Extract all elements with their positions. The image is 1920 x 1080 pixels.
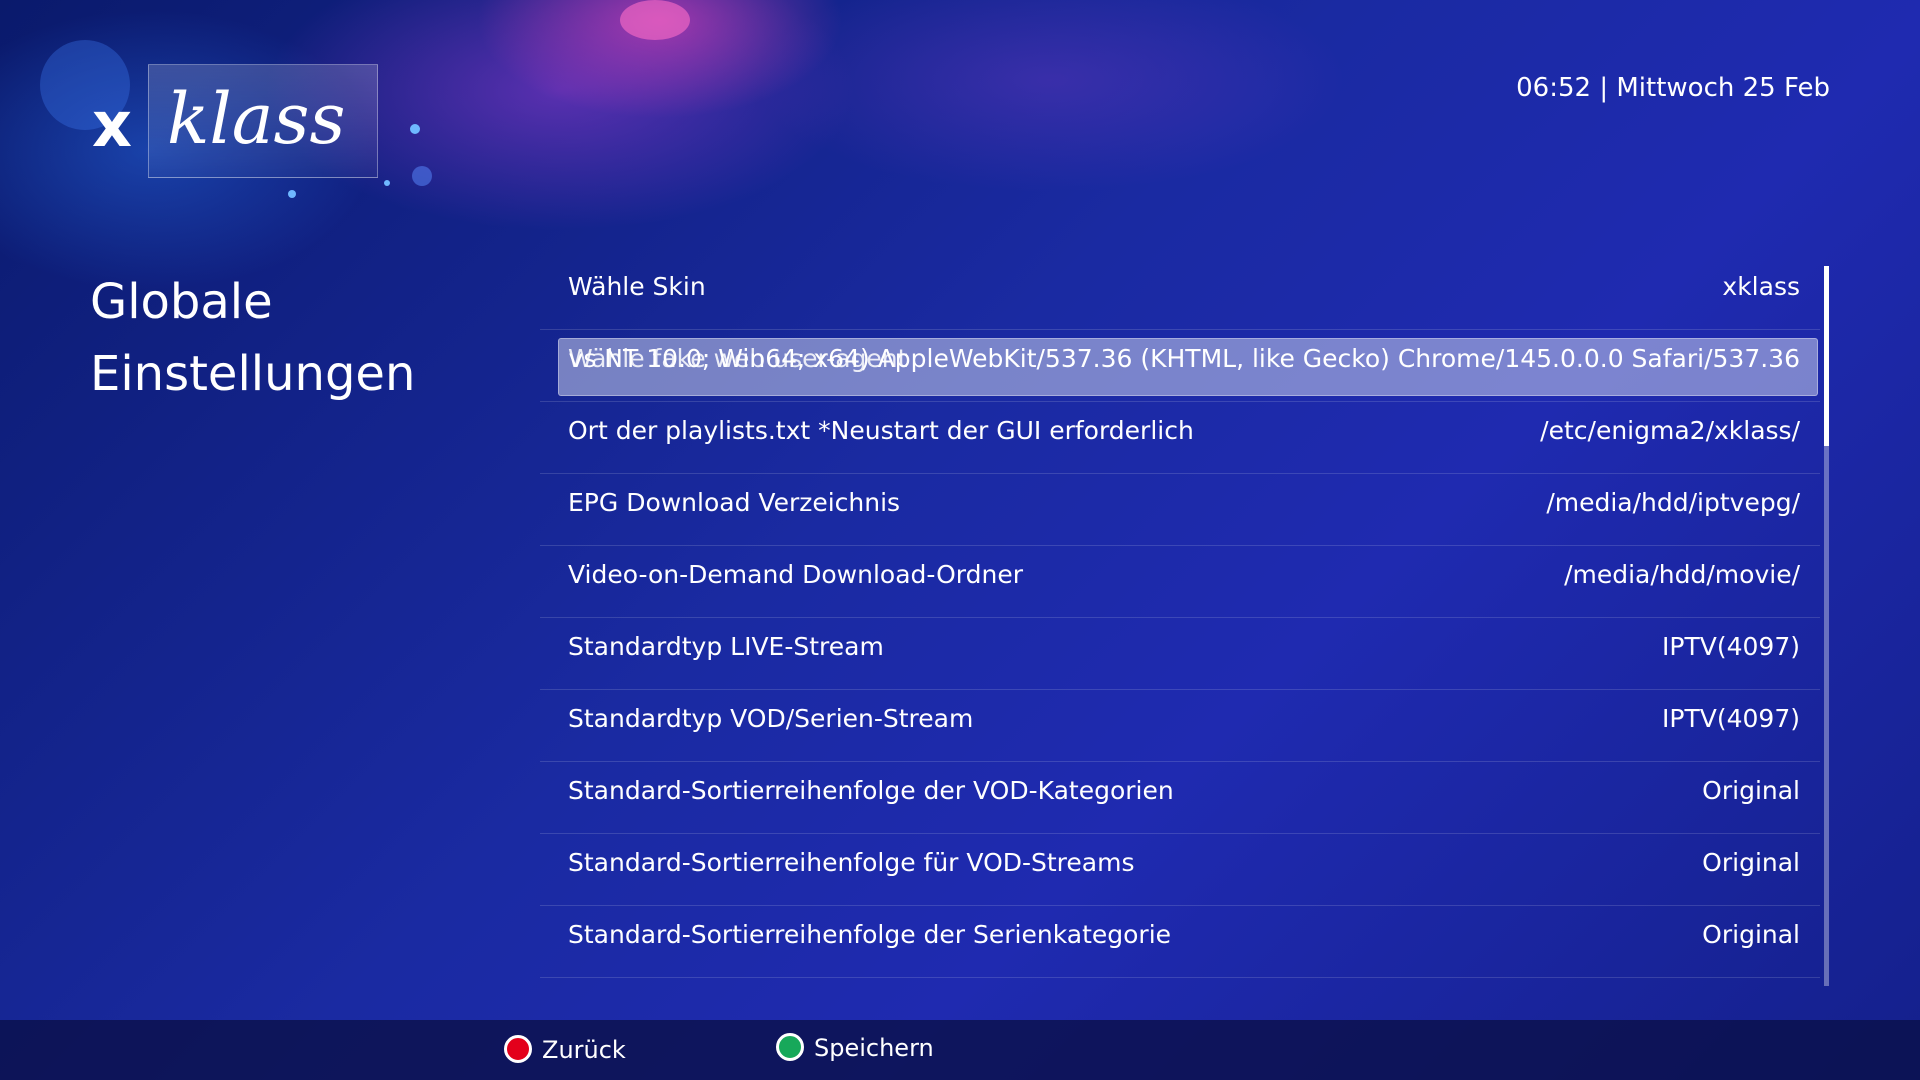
- page-title-line2: Einstellungen: [90, 346, 416, 402]
- setting-label: EPG Download Verzeichnis: [568, 488, 901, 517]
- setting-row-vod-stream-type[interactable]: Standardtyp VOD/Serien-Stream IPTV(4097): [540, 690, 1820, 762]
- setting-value: /etc/enigma2/xklass/: [1540, 416, 1800, 445]
- green-button-icon: [776, 1033, 804, 1061]
- background-bokeh: [412, 166, 432, 186]
- background-bokeh: [288, 190, 296, 198]
- save-button-label: Speichern: [814, 1034, 934, 1062]
- setting-row-vod-category-sort[interactable]: Standard-Sortierreihenfolge der VOD-Kate…: [540, 762, 1820, 834]
- setting-value: Original: [1702, 776, 1800, 805]
- save-button[interactable]: Speichern: [776, 1030, 934, 1066]
- setting-label: Ort der playlists.txt *Neustart der GUI …: [568, 416, 1194, 445]
- setting-row-skin[interactable]: Wähle Skin xklass: [540, 258, 1820, 330]
- setting-row-vod-download[interactable]: Video-on-Demand Download-Ordner /media/h…: [540, 546, 1820, 618]
- setting-label: Standardtyp LIVE-Stream: [568, 632, 884, 661]
- list-scrollbar[interactable]: [1824, 266, 1829, 986]
- setting-row-series-category-sort[interactable]: Standard-Sortierreihenfolge der Serienka…: [540, 906, 1820, 978]
- red-button-icon: [504, 1035, 532, 1063]
- page-title: Globale Einstellungen: [90, 266, 490, 410]
- setting-row-playlists-path[interactable]: Ort der playlists.txt *Neustart der GUI …: [540, 402, 1820, 474]
- app-logo: x klass: [92, 64, 382, 180]
- setting-label: Video-on-Demand Download-Ordner: [568, 560, 1023, 589]
- setting-value: Original: [1702, 920, 1800, 949]
- setting-value: Original: [1702, 848, 1800, 877]
- logo-x-mark: x: [92, 88, 132, 161]
- setting-value: IPTV(4097): [1662, 632, 1800, 661]
- footer-bar: Zurück Speichern: [0, 1020, 1920, 1080]
- background-bokeh: [384, 180, 390, 186]
- setting-label: Standardtyp VOD/Serien-Stream: [568, 704, 974, 733]
- setting-label: Standard-Sortierreihenfolge der VOD-Kate…: [568, 776, 1174, 805]
- page-title-line1: Globale: [90, 274, 273, 330]
- back-button-label: Zurück: [542, 1036, 626, 1064]
- setting-row-vod-stream-sort[interactable]: Standard-Sortierreihenfolge für VOD-Stre…: [540, 834, 1820, 906]
- setting-value: IPTV(4097): [1662, 704, 1800, 733]
- setting-label: Wähle Skin: [568, 272, 706, 301]
- scrollbar-thumb[interactable]: [1824, 266, 1829, 446]
- setting-value: xklass: [1722, 272, 1800, 301]
- setting-value: vs NT 10.0; Win64; x64) AppleWebKit/537.…: [568, 344, 1800, 373]
- setting-row-user-agent[interactable]: Wähle fake web user-agent vs NT 10.0; Wi…: [540, 330, 1820, 402]
- setting-label: Standard-Sortierreihenfolge für VOD-Stre…: [568, 848, 1135, 877]
- setting-value: /media/hdd/iptvepg/: [1546, 488, 1800, 517]
- setting-row-live-stream-type[interactable]: Standardtyp LIVE-Stream IPTV(4097): [540, 618, 1820, 690]
- setting-row-epg-dir[interactable]: EPG Download Verzeichnis /media/hdd/iptv…: [540, 474, 1820, 546]
- setting-label: Standard-Sortierreihenfolge der Serienka…: [568, 920, 1172, 949]
- background-bokeh: [410, 124, 420, 134]
- clock-date: 06:52 | Mittwoch 25 Feb: [1516, 73, 1830, 103]
- background-bokeh: [620, 0, 690, 40]
- logo-box: klass: [148, 64, 378, 178]
- back-button[interactable]: Zurück: [504, 1032, 626, 1068]
- setting-value: /media/hdd/movie/: [1564, 560, 1800, 589]
- logo-wordmark: klass: [167, 78, 346, 160]
- settings-list: Wähle Skin xklass Wähle fake web user-ag…: [540, 258, 1820, 978]
